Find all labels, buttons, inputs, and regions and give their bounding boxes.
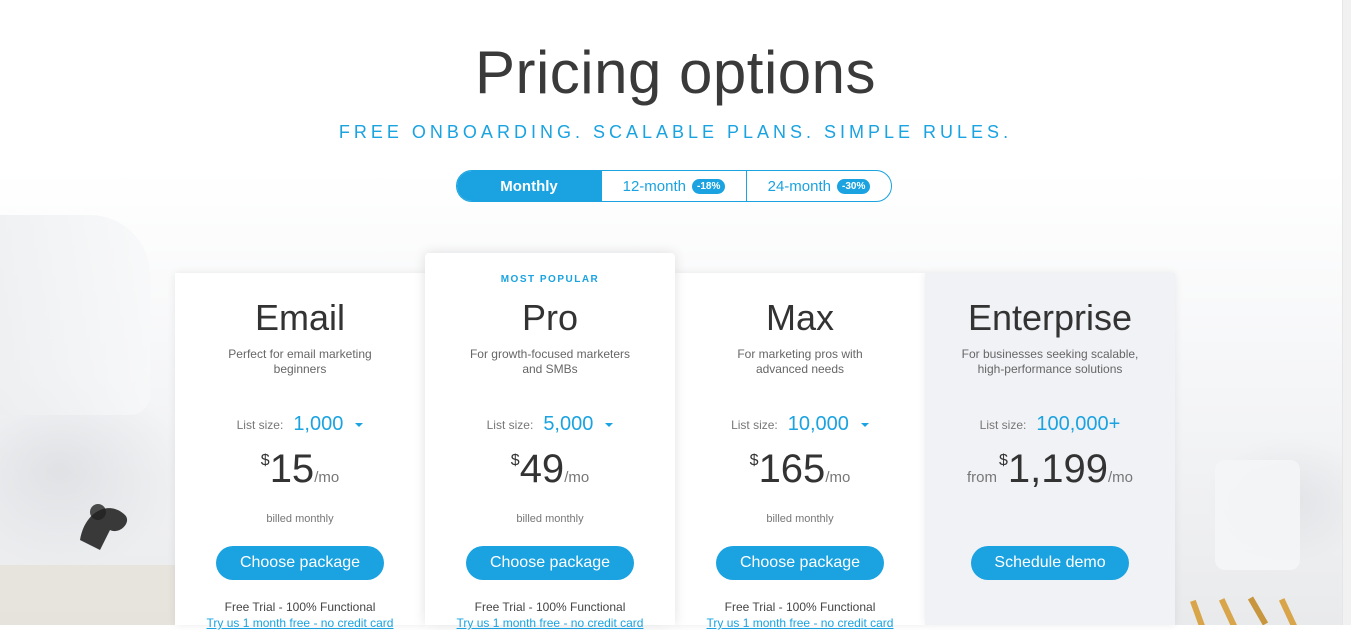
billing-option-12-month[interactable]: 12-month -18% xyxy=(601,171,746,201)
currency-symbol: $ xyxy=(260,452,270,469)
price-amount: 15 xyxy=(269,447,315,491)
price-period: /mo xyxy=(825,469,851,486)
billing-note: billed monthly xyxy=(516,513,584,525)
plan-card-max: Max For marketing pros with advanced nee… xyxy=(675,273,925,630)
plan-description: Perfect for email marketing beginners xyxy=(228,347,372,376)
list-size-label: List size: xyxy=(979,417,1027,432)
list-size-display: List size: 100,000+ xyxy=(925,413,1175,436)
background-pencils xyxy=(1190,596,1298,625)
free-trial-text: Free Trial - 100% Functional xyxy=(724,600,876,614)
currency-symbol: $ xyxy=(510,452,520,469)
pricing-cards: Email Perfect for email marketing beginn… xyxy=(175,253,1175,630)
schedule-demo-button[interactable]: Schedule demo xyxy=(971,546,1129,580)
plan-price: $ 165 /mo xyxy=(675,449,925,489)
free-trial-text: Free Trial - 100% Functional xyxy=(224,600,376,614)
billing-option-monthly[interactable]: Monthly xyxy=(457,171,601,201)
page-subtitle: FREE ONBOARDING. SCALABLE PLANS. SIMPLE … xyxy=(338,122,1013,142)
list-size-label: List size: xyxy=(236,417,284,432)
currency-symbol: $ xyxy=(749,452,759,469)
plan-description: For businesses seeking scalable, high-pe… xyxy=(961,347,1139,376)
discount-badge: -18% xyxy=(692,178,726,194)
free-trial-text: Free Trial - 100% Functional xyxy=(474,600,626,614)
price-period: /mo xyxy=(564,469,590,486)
price-from-label: from xyxy=(966,469,997,486)
choose-package-button[interactable]: Choose package xyxy=(716,546,884,580)
choose-package-button[interactable]: Choose package xyxy=(466,546,634,580)
plan-price: $ 15 /mo xyxy=(175,449,425,489)
currency-symbol: $ xyxy=(998,452,1008,469)
plan-name: Email xyxy=(254,297,346,338)
background-notebook xyxy=(0,565,175,625)
price-amount: 165 xyxy=(758,447,826,491)
plan-price: $ 49 /mo xyxy=(425,449,675,489)
background-clip-object xyxy=(80,504,128,550)
list-size-value[interactable]: 5,000 xyxy=(543,413,593,436)
plan-card-pro: MOST POPULAR Pro For growth-focused mark… xyxy=(425,253,675,630)
plan-card-email: Email Perfect for email marketing beginn… xyxy=(175,273,425,630)
list-size-selector[interactable]: List size: 5,000 xyxy=(425,413,675,436)
billing-note: billed monthly xyxy=(766,513,834,525)
price-amount: 49 xyxy=(519,447,565,491)
price-period: /mo xyxy=(1108,469,1134,486)
caret-down-icon[interactable] xyxy=(860,422,869,427)
background-lamp xyxy=(0,215,150,415)
list-size-value[interactable]: 10,000 xyxy=(788,413,849,436)
discount-badge: -30% xyxy=(837,178,871,194)
billing-note: billed monthly xyxy=(266,513,334,525)
price-period: /mo xyxy=(314,469,340,486)
plan-description: For growth-focused marketers and SMBs xyxy=(469,347,631,376)
background-mug xyxy=(1215,460,1300,570)
caret-down-icon[interactable] xyxy=(605,422,614,427)
free-trial-link[interactable]: Try us 1 month free - no credit card xyxy=(675,616,925,630)
list-size-selector[interactable]: List size: 1,000 xyxy=(175,413,425,436)
list-size-selector[interactable]: List size: 10,000 xyxy=(675,413,925,436)
page-title: Pricing options xyxy=(474,39,877,106)
most-popular-badge: MOST POPULAR xyxy=(500,274,600,285)
plan-name: Max xyxy=(765,297,834,338)
plan-name: Enterprise xyxy=(967,297,1133,338)
billing-option-24-month[interactable]: 24-month -30% xyxy=(746,171,891,201)
billing-period-toggle[interactable]: Monthly 12-month -18% 24-month -30% xyxy=(456,170,892,202)
plan-card-enterprise: Enterprise For businesses seeking scalab… xyxy=(925,273,1175,625)
free-trial-link[interactable]: Try us 1 month free - no credit card xyxy=(175,616,425,630)
plan-name: Pro xyxy=(521,297,579,338)
choose-package-button[interactable]: Choose package xyxy=(216,546,384,580)
billing-option-label: 12-month xyxy=(622,177,686,195)
billing-option-label: Monthly xyxy=(500,177,558,195)
price-amount: 1,199 xyxy=(1007,447,1108,491)
list-size-value: 100,000+ xyxy=(1036,413,1121,435)
caret-down-icon[interactable] xyxy=(355,422,364,427)
list-size-value[interactable]: 1,000 xyxy=(293,413,343,436)
billing-option-label: 24-month xyxy=(767,177,831,195)
plan-price: from $ 1,199 /mo xyxy=(925,449,1175,489)
list-size-label: List size: xyxy=(731,417,778,432)
plan-description: For marketing pros with advanced needs xyxy=(737,347,863,376)
list-size-label: List size: xyxy=(486,417,534,432)
free-trial-link[interactable]: Try us 1 month free - no credit card xyxy=(425,616,675,630)
